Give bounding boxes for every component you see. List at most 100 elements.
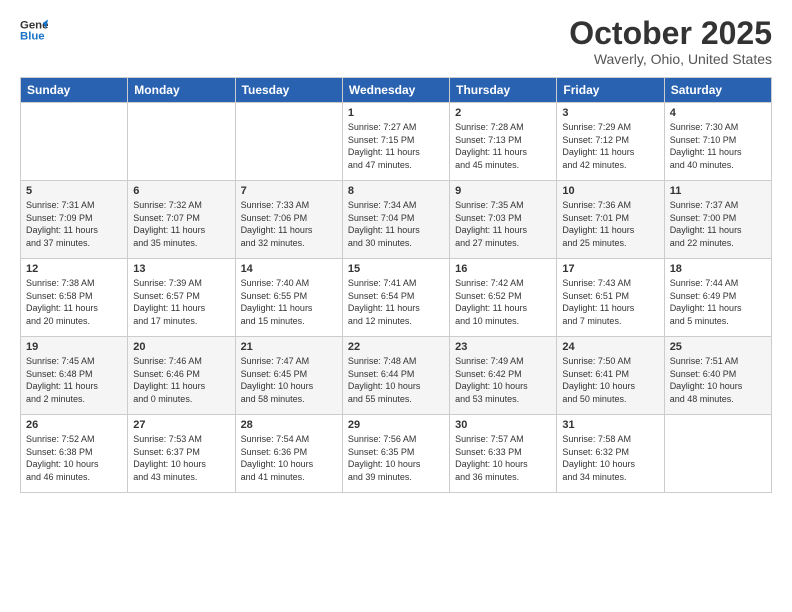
day-number: 19 (26, 341, 122, 353)
day-number: 10 (562, 185, 658, 197)
day-number: 3 (562, 107, 658, 119)
day-number: 6 (133, 185, 229, 197)
day-number: 4 (670, 107, 766, 119)
cell-2-3: 15 Sunrise: 7:41 AM Sunset: 6:54 PM Dayli… (342, 259, 449, 337)
col-saturday: Saturday (664, 78, 771, 103)
day-content: Sunrise: 7:57 AM Sunset: 6:33 PM Dayligh… (455, 433, 551, 483)
day-number: 5 (26, 185, 122, 197)
cell-2-1: 13 Sunrise: 7:39 AM Sunset: 6:57 PM Dayli… (128, 259, 235, 337)
cell-1-6: 11Sunrise: 7:37 AM Sunset: 7:00 PM Dayli… (664, 181, 771, 259)
week-row-5: 26 Sunrise: 7:52 AM Sunset: 6:38 PM Dayli… (21, 415, 772, 493)
cell-2-5: 17 Sunrise: 7:43 AM Sunset: 6:51 PM Dayli… (557, 259, 664, 337)
day-number: 18 (670, 263, 766, 275)
cell-3-0: 19 Sunrise: 7:45 AM Sunset: 6:48 PM Dayli… (21, 337, 128, 415)
day-content: Sunrise: 7:40 AM Sunset: 6:55 PM Dayligh… (241, 277, 337, 327)
week-row-2: 5 Sunrise: 7:31 AM Sunset: 7:09 PM Daylig… (21, 181, 772, 259)
cell-1-4: 9 Sunrise: 7:35 AM Sunset: 7:03 PM Daylig… (450, 181, 557, 259)
day-content: Sunrise: 7:35 AM Sunset: 7:03 PM Dayligh… (455, 199, 551, 249)
day-content: Sunrise: 7:54 AM Sunset: 6:36 PM Dayligh… (241, 433, 337, 483)
day-number: 23 (455, 341, 551, 353)
cell-0-5: 3Sunrise: 7:29 AM Sunset: 7:12 PM Daylig… (557, 103, 664, 181)
cell-3-1: 20 Sunrise: 7:46 AM Sunset: 6:46 PM Dayli… (128, 337, 235, 415)
cell-0-6: 4 Sunrise: 7:30 AM Sunset: 7:10 PM Daylig… (664, 103, 771, 181)
cell-2-4: 16Sunrise: 7:42 AM Sunset: 6:52 PM Dayli… (450, 259, 557, 337)
day-content: Sunrise: 7:45 AM Sunset: 6:48 PM Dayligh… (26, 355, 122, 405)
location: Waverly, Ohio, United States (569, 51, 772, 67)
day-number: 13 (133, 263, 229, 275)
cell-1-0: 5 Sunrise: 7:31 AM Sunset: 7:09 PM Daylig… (21, 181, 128, 259)
day-number: 12 (26, 263, 122, 275)
svg-text:General: General (20, 19, 48, 31)
day-number: 26 (26, 419, 122, 431)
day-number: 8 (348, 185, 444, 197)
day-number: 9 (455, 185, 551, 197)
day-content: Sunrise: 7:52 AM Sunset: 6:38 PM Dayligh… (26, 433, 122, 483)
day-content: Sunrise: 7:31 AM Sunset: 7:09 PM Dayligh… (26, 199, 122, 249)
day-content: Sunrise: 7:34 AM Sunset: 7:04 PM Dayligh… (348, 199, 444, 249)
day-number: 1 (348, 107, 444, 119)
cell-0-4: 2 Sunrise: 7:28 AM Sunset: 7:13 PM Daylig… (450, 103, 557, 181)
day-content: Sunrise: 7:38 AM Sunset: 6:58 PM Dayligh… (26, 277, 122, 327)
week-row-4: 19 Sunrise: 7:45 AM Sunset: 6:48 PM Dayli… (21, 337, 772, 415)
day-number: 29 (348, 419, 444, 431)
day-content: Sunrise: 7:28 AM Sunset: 7:13 PM Dayligh… (455, 121, 551, 171)
logo: General Blue (20, 16, 48, 44)
day-number: 7 (241, 185, 337, 197)
week-row-1: 1 Sunrise: 7:27 AM Sunset: 7:15 PM Daylig… (21, 103, 772, 181)
day-content: Sunrise: 7:33 AM Sunset: 7:06 PM Dayligh… (241, 199, 337, 249)
week-row-3: 12 Sunrise: 7:38 AM Sunset: 6:58 PM Dayli… (21, 259, 772, 337)
cell-1-2: 7 Sunrise: 7:33 AM Sunset: 7:06 PM Daylig… (235, 181, 342, 259)
day-number: 15 (348, 263, 444, 275)
cell-0-0 (21, 103, 128, 181)
cell-3-3: 22 Sunrise: 7:48 AM Sunset: 6:44 PM Dayli… (342, 337, 449, 415)
day-content: Sunrise: 7:53 AM Sunset: 6:37 PM Dayligh… (133, 433, 229, 483)
day-content: Sunrise: 7:46 AM Sunset: 6:46 PM Dayligh… (133, 355, 229, 405)
cell-3-5: 24 Sunrise: 7:50 AM Sunset: 6:41 PM Dayli… (557, 337, 664, 415)
cell-1-3: 8 Sunrise: 7:34 AM Sunset: 7:04 PM Daylig… (342, 181, 449, 259)
day-content: Sunrise: 7:42 AM Sunset: 6:52 PM Dayligh… (455, 277, 551, 327)
day-content: Sunrise: 7:41 AM Sunset: 6:54 PM Dayligh… (348, 277, 444, 327)
day-number: 14 (241, 263, 337, 275)
day-content: Sunrise: 7:51 AM Sunset: 6:40 PM Dayligh… (670, 355, 766, 405)
header: General Blue October 2025 Waverly, Ohio,… (20, 16, 772, 67)
cell-4-6 (664, 415, 771, 493)
cell-4-4: 30 Sunrise: 7:57 AM Sunset: 6:33 PM Dayli… (450, 415, 557, 493)
day-number: 25 (670, 341, 766, 353)
cell-2-0: 12 Sunrise: 7:38 AM Sunset: 6:58 PM Dayli… (21, 259, 128, 337)
day-number: 17 (562, 263, 658, 275)
col-friday: Friday (557, 78, 664, 103)
day-number: 27 (133, 419, 229, 431)
cell-4-1: 27 Sunrise: 7:53 AM Sunset: 6:37 PM Dayli… (128, 415, 235, 493)
day-number: 20 (133, 341, 229, 353)
day-content: Sunrise: 7:39 AM Sunset: 6:57 PM Dayligh… (133, 277, 229, 327)
day-content: Sunrise: 7:56 AM Sunset: 6:35 PM Dayligh… (348, 433, 444, 483)
svg-text:Blue: Blue (20, 31, 45, 43)
col-thursday: Thursday (450, 78, 557, 103)
day-number: 2 (455, 107, 551, 119)
day-content: Sunrise: 7:58 AM Sunset: 6:32 PM Dayligh… (562, 433, 658, 483)
cell-1-5: 10 Sunrise: 7:36 AM Sunset: 7:01 PM Dayli… (557, 181, 664, 259)
calendar-header-row: Sunday Monday Tuesday Wednesday Thursday… (21, 78, 772, 103)
day-number: 22 (348, 341, 444, 353)
day-content: Sunrise: 7:48 AM Sunset: 6:44 PM Dayligh… (348, 355, 444, 405)
cell-3-4: 23Sunrise: 7:49 AM Sunset: 6:42 PM Dayli… (450, 337, 557, 415)
cell-3-2: 21Sunrise: 7:47 AM Sunset: 6:45 PM Dayli… (235, 337, 342, 415)
cell-0-3: 1 Sunrise: 7:27 AM Sunset: 7:15 PM Daylig… (342, 103, 449, 181)
day-number: 28 (241, 419, 337, 431)
day-number: 30 (455, 419, 551, 431)
cell-2-2: 14 Sunrise: 7:40 AM Sunset: 6:55 PM Dayli… (235, 259, 342, 337)
day-content: Sunrise: 7:36 AM Sunset: 7:01 PM Dayligh… (562, 199, 658, 249)
day-number: 21 (241, 341, 337, 353)
cell-1-1: 6 Sunrise: 7:32 AM Sunset: 7:07 PM Daylig… (128, 181, 235, 259)
day-content: Sunrise: 7:32 AM Sunset: 7:07 PM Dayligh… (133, 199, 229, 249)
day-content: Sunrise: 7:30 AM Sunset: 7:10 PM Dayligh… (670, 121, 766, 171)
day-content: Sunrise: 7:27 AM Sunset: 7:15 PM Dayligh… (348, 121, 444, 171)
cell-0-1 (128, 103, 235, 181)
day-number: 31 (562, 419, 658, 431)
col-wednesday: Wednesday (342, 78, 449, 103)
day-number: 24 (562, 341, 658, 353)
day-content: Sunrise: 7:43 AM Sunset: 6:51 PM Dayligh… (562, 277, 658, 327)
col-monday: Monday (128, 78, 235, 103)
day-content: Sunrise: 7:37 AM Sunset: 7:00 PM Dayligh… (670, 199, 766, 249)
day-content: Sunrise: 7:50 AM Sunset: 6:41 PM Dayligh… (562, 355, 658, 405)
